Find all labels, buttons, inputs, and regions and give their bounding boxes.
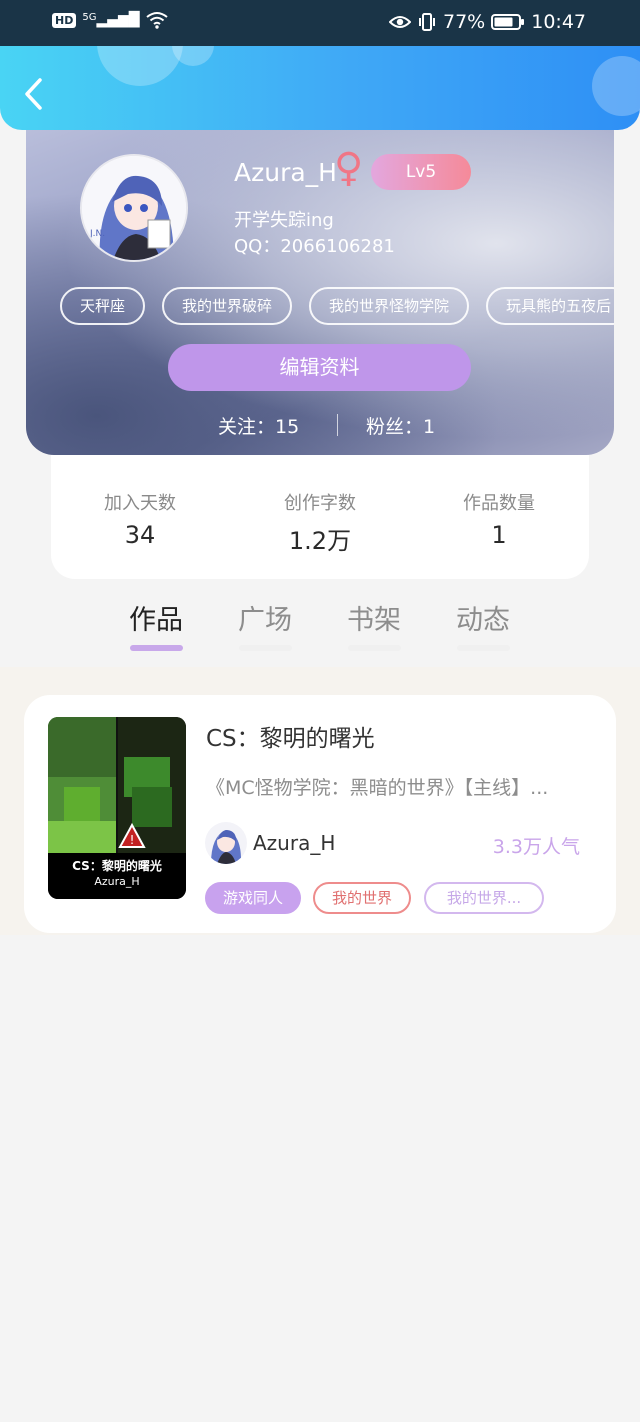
back-arrow-icon[interactable]	[20, 76, 50, 112]
eye-comfort-icon	[389, 16, 411, 28]
stat-value: 1.2万	[288, 527, 352, 555]
tab-indicator-active	[130, 645, 183, 651]
work-tag[interactable]: 我的世界...	[424, 882, 544, 914]
decor-bubble	[592, 56, 640, 116]
profile-qq: QQ：2066106281	[234, 236, 395, 257]
stat-value: 1	[491, 521, 507, 549]
tab-moments[interactable]: 动态	[456, 598, 510, 637]
stat-label: 创作字数	[284, 493, 356, 514]
profile-card: J.N. Azura_H ♀ Lv5 开学失踪ing QQ：2066106281…	[26, 130, 614, 455]
svg-text:!: !	[130, 833, 135, 847]
profile-bio: 开学失踪ing	[234, 210, 334, 231]
profile-nickname: Azura_H	[234, 158, 337, 187]
tab-indicator	[239, 645, 292, 651]
author-avatar	[205, 822, 247, 864]
hd-icon: HD	[52, 12, 77, 28]
work-title[interactable]: CS：黎明的曙光	[206, 719, 375, 753]
stat-value: 34	[124, 521, 156, 549]
cover-author: Azura_H	[94, 875, 140, 888]
stat-label: 加入天数	[104, 493, 176, 514]
decor-bubble	[172, 46, 214, 66]
edit-profile-button[interactable]: 编辑资料	[168, 344, 471, 391]
stat-works-count: 作品数量 1	[439, 455, 559, 549]
tab-bookshelf[interactable]: 书架	[347, 598, 401, 637]
svg-text:J.N.: J.N.	[89, 229, 105, 239]
battery-percent: 77%	[443, 11, 486, 33]
work-cover[interactable]: ! CS：黎明的曙光 Azura_H	[48, 717, 186, 899]
tab-square[interactable]: 广场	[238, 598, 292, 637]
level-badge: Lv5	[371, 154, 471, 190]
author-avatar-illustration	[205, 822, 247, 864]
interest-tag[interactable]: 我的世界破碎	[162, 287, 293, 325]
interest-tag[interactable]: 玩具熊的五夜后	[486, 287, 614, 325]
stats-card: 加入天数 34 创作字数 1.2万 作品数量 1	[51, 455, 589, 579]
work-popularity: 3.3万人气	[492, 836, 580, 858]
signal-icon: 5G▂▄▆█	[82, 12, 140, 28]
avatar-illustration: J.N.	[82, 156, 186, 260]
tab-indicator	[457, 645, 510, 651]
work-author[interactable]: Azura_H	[253, 831, 335, 855]
cover-title: CS：黎明的曙光	[72, 859, 162, 873]
work-tag[interactable]: 我的世界	[313, 882, 411, 914]
vibrate-icon	[419, 13, 435, 31]
interest-tag[interactable]: 天秤座	[60, 287, 146, 325]
status-bar: HD 5G▂▄▆█ 77% 10:47	[0, 0, 640, 46]
work-description: 《MC怪物学院：黑暗的世界》【主线】...	[206, 777, 549, 799]
stat-label: 作品数量	[463, 493, 535, 514]
interest-tag[interactable]: 我的世界怪物学院	[309, 287, 470, 325]
work-tag[interactable]: 游戏同人	[205, 882, 301, 914]
following-count[interactable]: 关注：15	[218, 412, 299, 439]
stat-word-count: 创作字数 1.2万	[260, 455, 380, 556]
interest-tags: 天秤座 我的世界破碎 我的世界怪物学院 玩具熊的五夜后	[60, 287, 614, 325]
battery-icon	[491, 14, 525, 30]
clock: 10:47	[531, 11, 586, 33]
avatar[interactable]: J.N.	[80, 154, 188, 262]
divider	[337, 414, 338, 436]
work-card[interactable]: ! CS：黎明的曙光 Azura_H CS：黎明的曙光 《MC怪物学院：黑暗的世…	[24, 695, 616, 933]
tab-works[interactable]: 作品	[129, 598, 183, 637]
wifi-icon	[145, 12, 168, 29]
female-icon: ♀	[334, 145, 364, 191]
decor-bubble	[97, 46, 183, 86]
tab-indicator	[348, 645, 401, 651]
top-header	[0, 46, 640, 130]
stat-join-days: 加入天数 34	[80, 455, 200, 549]
fans-count[interactable]: 粉丝：1	[366, 412, 435, 439]
